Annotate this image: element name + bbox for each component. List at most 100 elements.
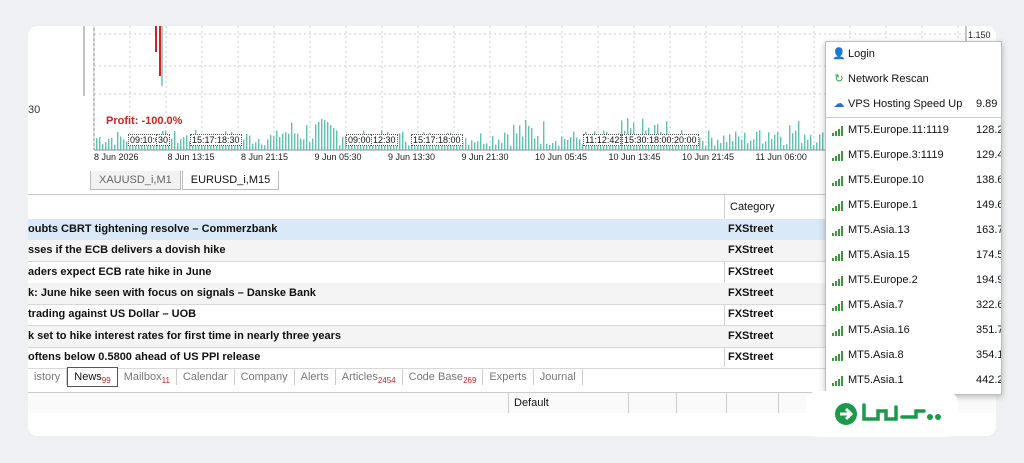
x-axis-tick-label: 11 Jun 06:00 <box>755 152 807 162</box>
tab-experts[interactable]: Experts <box>483 369 534 385</box>
server-name: MT5.Asia.1 <box>848 374 904 386</box>
server-ping: 322.63 r <box>976 299 1001 311</box>
server-ping: 138.67 r <box>976 174 1001 186</box>
signal-strength-icon <box>832 276 844 286</box>
trade-marker-label: 11:12:42 <box>583 134 622 146</box>
signal-strength-icon <box>832 376 844 386</box>
signal-strength-icon <box>832 126 844 136</box>
menu-item-vps-hosting-speed-up[interactable]: ☁ VPS Hosting Speed Up 9.89 r <box>826 92 1002 117</box>
menu-item-login[interactable]: 👤 Login <box>826 42 1001 67</box>
trade-marker-label: 15:17:18:00 <box>411 134 463 146</box>
x-axis-tick-label: 8 Jun 13:15 <box>167 152 215 162</box>
tab-badge: 2454 <box>377 376 396 386</box>
server-name: MT5.Europe.11:1119 <box>848 124 949 136</box>
tab-calendar[interactable]: Calendar <box>177 369 235 385</box>
server-item[interactable]: MT5.Europe.2 194.99 r <box>826 268 1001 293</box>
news-title: oubts CBRT tightening resolve – Commerzb… <box>28 223 278 235</box>
tab-alerts[interactable]: Alerts <box>295 369 336 385</box>
server-item[interactable]: MT5.Asia.8 354.16 r <box>826 343 1001 368</box>
menu-item-label: VPS Hosting Speed Up <box>848 98 963 110</box>
signal-strength-icon <box>832 151 844 161</box>
server-name: MT5.Asia.15 <box>848 249 910 261</box>
refresh-icon: ↻ <box>834 73 844 85</box>
x-axis-tick-label: 8 Jun 21:15 <box>241 152 289 162</box>
status-cell <box>628 393 629 413</box>
x-axis-tick-label: 10 Jun 21:45 <box>682 152 735 162</box>
news-title: trading against US Dollar – UOB <box>28 308 197 321</box>
user-icon: 👤 <box>832 48 846 60</box>
server-ping: 149.60 r <box>976 199 1001 211</box>
signal-strength-icon <box>832 301 844 311</box>
server-ping: 194.99 r <box>976 274 1001 286</box>
server-item[interactable]: MT5.Europe.11:1119 128.28 r <box>826 117 1001 143</box>
status-cell <box>676 393 677 413</box>
trade-marker-label: 12:30 <box>371 134 398 146</box>
category-column-header[interactable]: Category <box>730 201 775 213</box>
server-item[interactable]: MT5.Europe.10 138.67 r <box>826 168 1001 193</box>
tab-company[interactable]: Company <box>235 369 295 385</box>
server-ping: 442.24 r <box>976 374 1001 386</box>
x-axis-tick-label: 10 Jun 13:45 <box>608 152 661 162</box>
news-category: FXStreet <box>728 223 774 235</box>
server-name: MT5.Asia.13 <box>848 224 910 236</box>
trade-marker-label: 09:00 <box>346 134 373 146</box>
tab-badge: 11 <box>161 376 170 386</box>
news-title: oftens below 0.5800 ahead of US PPI rele… <box>28 350 261 363</box>
server-item[interactable]: MT5.Asia.13 163.76 r <box>826 218 1001 243</box>
x-axis-tick-label: 9 Jun 21:30 <box>461 152 509 162</box>
server-item[interactable]: MT5.Asia.15 174.56 r <box>826 243 1001 268</box>
connection-menu: 👤 Login ↻ Network Rescan ☁ VPS Hosting Speed … <box>825 41 1002 395</box>
tab-mailbox[interactable]: Mailbox11 <box>118 369 177 385</box>
signal-strength-icon <box>832 351 844 361</box>
signal-strength-icon <box>832 226 844 236</box>
server-item[interactable]: MT5.Asia.16 351.77 r <box>826 318 1001 343</box>
news-category: FXStreet <box>728 265 774 278</box>
status-cell <box>726 393 727 413</box>
chart-tab-eurusd[interactable]: EURUSD_i,M15 <box>181 171 280 190</box>
server-item[interactable]: MT5.Europe.3:1119 129.49 r <box>826 143 1001 168</box>
server-name: MT5.Asia.7 <box>848 299 904 311</box>
server-ping: 174.56 r <box>976 249 1001 261</box>
x-axis-tick-label: 9 Jun 05:30 <box>314 152 362 162</box>
brand-logo <box>806 391 958 437</box>
cloud-upload-icon: ☁ <box>833 98 845 110</box>
menu-item-value: 9.89 r <box>976 98 1002 110</box>
menu-item-network-rescan[interactable]: ↻ Network Rescan <box>826 67 1001 92</box>
chart-tabs: XAUUSD_i,M1 EURUSD_i,M15 <box>90 171 280 191</box>
status-cell <box>778 393 779 413</box>
news-category: FXStreet <box>728 286 774 299</box>
news-title: k: June hike seen with focus on signals … <box>28 286 316 299</box>
profit-label: Profit: -100.0% <box>106 115 183 127</box>
x-axis-tick-label: 8 Jun 2026 <box>94 152 139 162</box>
tab-news[interactable]: News99 <box>67 367 118 387</box>
server-name: MT5.Europe.2 <box>848 274 918 286</box>
server-item[interactable]: MT5.Asia.7 322.63 r <box>826 293 1001 318</box>
news-category: FXStreet <box>728 350 774 363</box>
news-category: FXStreet <box>728 308 774 321</box>
server-ping: 129.49 r <box>976 149 1001 161</box>
server-name: MT5.Europe.3:1119 <box>848 149 944 161</box>
server-name: MT5.Europe.10 <box>848 174 924 186</box>
server-ping: 128.28 r <box>976 124 1001 136</box>
signal-strength-icon <box>832 201 844 211</box>
news-title: k set to hike interest rates for first t… <box>28 329 342 342</box>
tab-articles[interactable]: Articles2454 <box>336 369 403 385</box>
trade-marker-label: 15:30:18:00:20:00 <box>622 134 699 146</box>
tab-code-base[interactable]: Code Base269 <box>403 369 484 385</box>
signal-strength-icon <box>832 176 844 186</box>
tab-istory[interactable]: istory <box>28 369 68 385</box>
server-item[interactable]: MT5.Europe.1 149.60 r <box>826 193 1001 218</box>
trade-marker-label: 30 <box>156 134 171 146</box>
server-item[interactable]: MT5.Asia.1 442.24 r <box>826 368 1001 393</box>
trade-marker-label: 15:17:18:30 <box>190 134 242 146</box>
signal-strength-icon <box>832 251 844 261</box>
news-category: FXStreet <box>728 329 774 342</box>
news-title: sses if the ECB delivers a dovish hike <box>28 244 226 257</box>
tab-journal[interactable]: Journal <box>534 369 583 385</box>
news-category: FXStreet <box>728 244 774 257</box>
server-name: MT5.Asia.8 <box>848 349 904 361</box>
x-axis-tick-label: 9 Jun 13:30 <box>388 152 436 162</box>
chart-tab-xauusd[interactable]: XAUUSD_i,M1 <box>90 171 181 190</box>
menu-item-label: Login <box>848 48 875 60</box>
server-ping: 354.16 r <box>976 349 1001 361</box>
